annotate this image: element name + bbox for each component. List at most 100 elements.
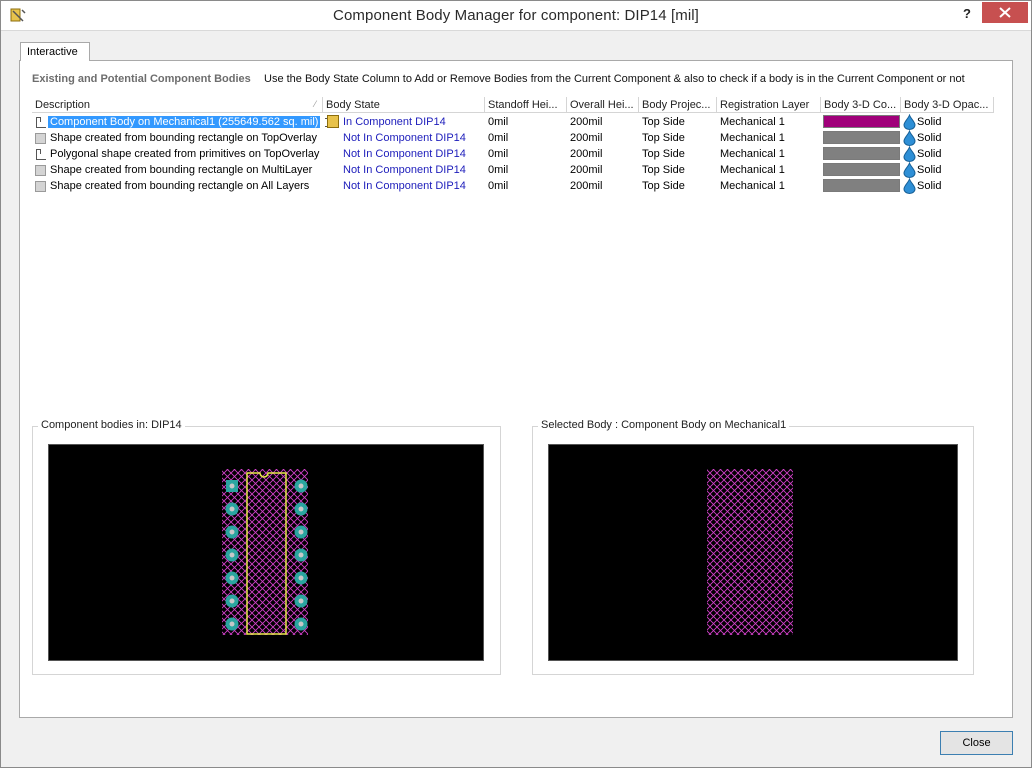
cell-body-3d-opacity[interactable]: Solid bbox=[901, 162, 994, 178]
color-swatch[interactable] bbox=[823, 147, 900, 160]
cell-description[interactable]: Component Body on Mechanical1 (255649.56… bbox=[32, 114, 323, 130]
cell-projection[interactable]: Top Side bbox=[639, 162, 717, 178]
opacity-text: Solid bbox=[917, 180, 942, 192]
body-state-text: In Component DIP14 bbox=[343, 116, 446, 128]
cell-body-state[interactable]: Not In Component DIP14 bbox=[323, 146, 485, 162]
cell-overall[interactable]: 200mil bbox=[567, 114, 639, 130]
body-state-text: Not In Component DIP14 bbox=[343, 164, 466, 176]
pad-hole bbox=[229, 506, 235, 512]
opacity-drop-icon bbox=[903, 162, 916, 178]
cell-body-3d-opacity[interactable]: Solid bbox=[901, 130, 994, 146]
component-bodies-preview[interactable] bbox=[48, 444, 484, 661]
component-bodies-groupbox: Component bodies in: DIP14 bbox=[32, 419, 501, 675]
column-header-registration-layer[interactable]: Registration Layer bbox=[717, 97, 821, 113]
cell-overall[interactable]: 200mil bbox=[567, 130, 639, 146]
pad-hole bbox=[298, 529, 304, 535]
body-state-text: Not In Component DIP14 bbox=[343, 180, 466, 192]
window-title: Component Body Manager for component: DI… bbox=[333, 7, 699, 24]
column-header-description[interactable]: Description ⁄ bbox=[32, 97, 323, 113]
description-text: Component Body on Mechanical1 (255649.56… bbox=[48, 116, 321, 128]
pad-hole bbox=[229, 529, 235, 535]
cell-standoff[interactable]: 0mil bbox=[485, 130, 567, 146]
cell-layer[interactable]: Mechanical 1 bbox=[717, 114, 821, 130]
color-swatch[interactable] bbox=[823, 115, 900, 128]
cell-overall[interactable]: 200mil bbox=[567, 162, 639, 178]
table-row[interactable]: Component Body on Mechanical1 (255649.56… bbox=[32, 114, 994, 130]
body-state-text: Not In Component DIP14 bbox=[343, 148, 466, 160]
cell-projection[interactable]: Top Side bbox=[639, 178, 717, 194]
pad-hole bbox=[298, 598, 304, 604]
cell-body-3d-color[interactable] bbox=[821, 114, 901, 130]
cell-standoff[interactable]: 0mil bbox=[485, 114, 567, 130]
cell-body-3d-opacity[interactable]: Solid bbox=[901, 114, 994, 130]
pad-hole bbox=[298, 506, 304, 512]
cell-body-state[interactable]: Not In Component DIP14 bbox=[323, 178, 485, 194]
cell-layer[interactable]: Mechanical 1 bbox=[717, 130, 821, 146]
cell-body-3d-opacity[interactable]: Solid bbox=[901, 146, 994, 162]
cell-overall[interactable]: 200mil bbox=[567, 146, 639, 162]
description-text: Shape created from bounding rectangle on… bbox=[50, 164, 313, 176]
cell-layer[interactable]: Mechanical 1 bbox=[717, 146, 821, 162]
title-bar[interactable]: Component Body Manager for component: DI… bbox=[1, 1, 1031, 31]
opacity-drop-icon bbox=[903, 178, 916, 194]
opacity-text: Solid bbox=[917, 148, 942, 160]
column-header-body-state[interactable]: Body State bbox=[323, 97, 485, 113]
column-header-body-3d-opacity[interactable]: Body 3-D Opac... bbox=[901, 97, 994, 113]
table-row[interactable]: Polygonal shape created from primitives … bbox=[32, 146, 994, 162]
cell-standoff[interactable]: 0mil bbox=[485, 178, 567, 194]
opacity-drop-icon bbox=[903, 130, 916, 146]
description-text: Polygonal shape created from primitives … bbox=[50, 148, 320, 160]
section-title: Existing and Potential Component Bodies bbox=[32, 73, 251, 85]
cell-body-3d-color[interactable] bbox=[821, 146, 901, 162]
cell-body-state[interactable]: In Component DIP14 bbox=[323, 114, 485, 130]
selected-body-preview[interactable] bbox=[548, 444, 958, 661]
cell-projection[interactable]: Top Side bbox=[639, 114, 717, 130]
component-bodies-title: Component bodies in: DIP14 bbox=[38, 419, 185, 431]
cell-description[interactable]: Shape created from bounding rectangle on… bbox=[32, 130, 323, 146]
cell-body-3d-opacity[interactable]: Solid bbox=[901, 178, 994, 194]
component-chip-icon bbox=[325, 115, 339, 128]
cell-overall[interactable]: 200mil bbox=[567, 178, 639, 194]
close-window-button[interactable] bbox=[982, 2, 1028, 23]
table-row[interactable]: Shape created from bounding rectangle on… bbox=[32, 130, 994, 146]
column-header-overall-height[interactable]: Overall Hei... bbox=[567, 97, 639, 113]
shape-icon bbox=[35, 181, 46, 192]
pad-hole bbox=[298, 483, 304, 489]
section-hint: Use the Body State Column to Add or Remo… bbox=[264, 73, 965, 85]
opacity-text: Solid bbox=[917, 164, 942, 176]
dip14-footprint-preview bbox=[222, 469, 308, 635]
column-header-body-3d-color[interactable]: Body 3-D Co... bbox=[821, 97, 901, 113]
interactive-tab-panel: Existing and Potential Component Bodies … bbox=[19, 60, 1013, 718]
help-button[interactable]: ? bbox=[957, 4, 977, 24]
cell-projection[interactable]: Top Side bbox=[639, 130, 717, 146]
opacity-text: Solid bbox=[917, 116, 942, 128]
cell-body-3d-color[interactable] bbox=[821, 178, 901, 194]
tab-interactive[interactable]: Interactive bbox=[20, 42, 90, 61]
column-header-body-projection[interactable]: Body Projec... bbox=[639, 97, 717, 113]
close-button[interactable]: Close bbox=[940, 731, 1013, 755]
pad-hole bbox=[229, 483, 235, 489]
cell-layer[interactable]: Mechanical 1 bbox=[717, 162, 821, 178]
table-row[interactable]: Shape created from bounding rectangle on… bbox=[32, 178, 994, 194]
cell-projection[interactable]: Top Side bbox=[639, 146, 717, 162]
table-row[interactable]: Shape created from bounding rectangle on… bbox=[32, 162, 994, 178]
cell-standoff[interactable]: 0mil bbox=[485, 162, 567, 178]
cell-description[interactable]: Polygonal shape created from primitives … bbox=[32, 146, 323, 162]
color-swatch[interactable] bbox=[823, 131, 900, 144]
cell-description[interactable]: Shape created from bounding rectangle on… bbox=[32, 162, 323, 178]
close-icon bbox=[999, 7, 1011, 18]
cell-body-3d-color[interactable] bbox=[821, 130, 901, 146]
dialog-window: Component Body Manager for component: DI… bbox=[0, 0, 1032, 768]
cell-body-state[interactable]: Not In Component DIP14 bbox=[323, 162, 485, 178]
cell-body-state[interactable]: Not In Component DIP14 bbox=[323, 130, 485, 146]
opacity-text: Solid bbox=[917, 132, 942, 144]
cell-description[interactable]: Shape created from bounding rectangle on… bbox=[32, 178, 323, 194]
column-header-standoff-height[interactable]: Standoff Hei... bbox=[485, 97, 567, 113]
color-swatch[interactable] bbox=[823, 163, 900, 176]
description-text: Shape created from bounding rectangle on… bbox=[50, 180, 310, 192]
cell-standoff[interactable]: 0mil bbox=[485, 146, 567, 162]
polygon-outline-icon bbox=[35, 149, 46, 160]
cell-body-3d-color[interactable] bbox=[821, 162, 901, 178]
cell-layer[interactable]: Mechanical 1 bbox=[717, 178, 821, 194]
color-swatch[interactable] bbox=[823, 179, 900, 192]
